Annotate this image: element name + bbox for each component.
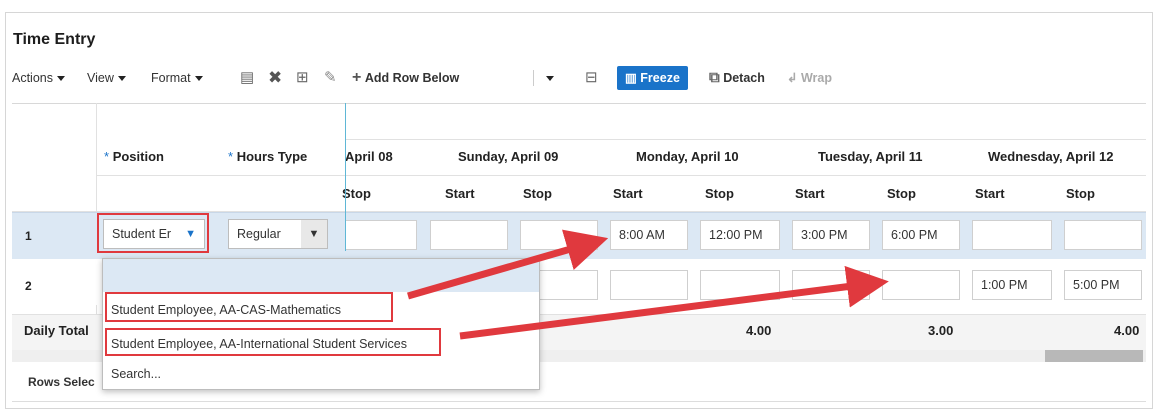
arrow-icon bbox=[459, 265, 889, 340]
annotation-arrows bbox=[407, 229, 889, 340]
arrow-icon bbox=[407, 229, 609, 300]
